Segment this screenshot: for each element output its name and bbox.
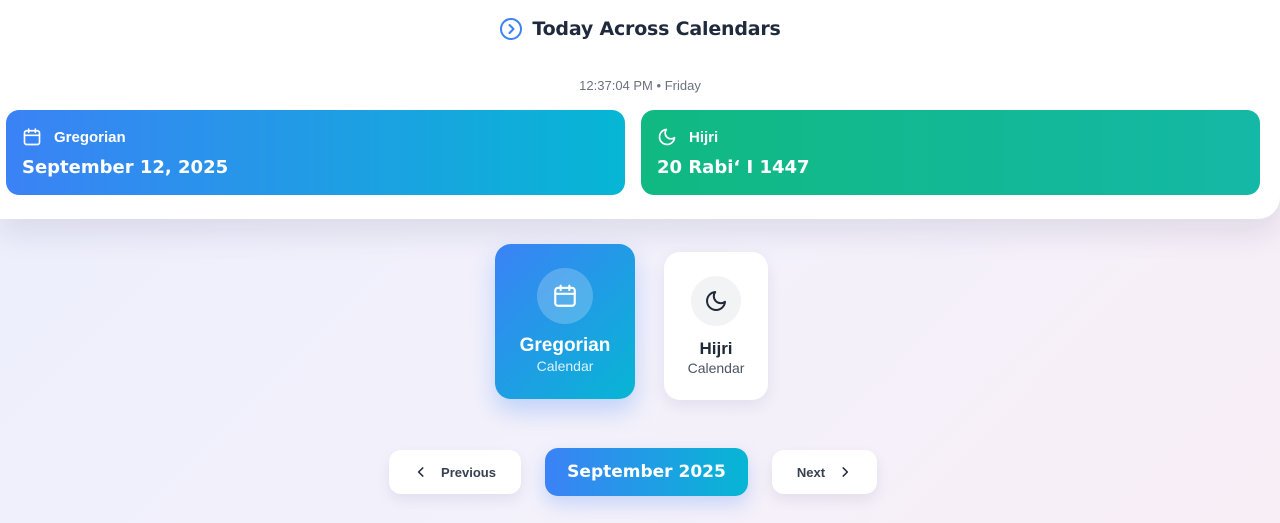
- gregorian-today-card: Gregorian September 12, 2025: [6, 110, 625, 195]
- option-name: Hijri: [699, 339, 733, 358]
- gregorian-calendar-option[interactable]: Gregorian Calendar: [495, 244, 635, 399]
- calendar-icon: [537, 268, 593, 324]
- current-weekday: Friday: [664, 78, 701, 93]
- previous-label: Previous: [441, 464, 496, 480]
- gregorian-date: September 12, 2025: [22, 157, 229, 178]
- current-time-line: 12:37:04 PM • Friday: [0, 78, 1280, 93]
- moon-icon: [691, 276, 741, 326]
- today-panel: Today Across Calendars 12:37:04 PM • Fri…: [0, 0, 1280, 219]
- option-subtitle: Calendar: [687, 360, 745, 376]
- panel-header: Today Across Calendars: [0, 17, 1280, 41]
- next-month-button[interactable]: Next: [772, 450, 877, 494]
- calendar-icon: [22, 127, 42, 147]
- chevron-right-icon: [838, 465, 852, 479]
- hijri-date: 20 Rabiʻ I 1447: [657, 157, 810, 178]
- option-subtitle: Calendar: [536, 358, 594, 374]
- next-label: Next: [796, 464, 826, 480]
- chevron-left-icon: [414, 465, 428, 479]
- hijri-today-card: Hijri 20 Rabiʻ I 1447: [641, 110, 1260, 195]
- card-label: Gregorian: [54, 128, 126, 146]
- current-month-button[interactable]: September 2025: [545, 448, 748, 496]
- card-header: Gregorian: [22, 127, 126, 147]
- hijri-calendar-option[interactable]: Hijri Calendar: [664, 252, 768, 400]
- card-header: Hijri: [657, 127, 718, 147]
- previous-month-button[interactable]: Previous: [389, 450, 521, 494]
- card-label: Hijri: [689, 128, 719, 146]
- moon-icon: [657, 127, 677, 147]
- option-name: Gregorian: [519, 335, 611, 356]
- separator-dot: •: [656, 78, 662, 93]
- chevron-circle-icon: [499, 17, 523, 41]
- page-title: Today Across Calendars: [532, 18, 781, 40]
- current-time: 12:37:04 PM: [579, 78, 653, 93]
